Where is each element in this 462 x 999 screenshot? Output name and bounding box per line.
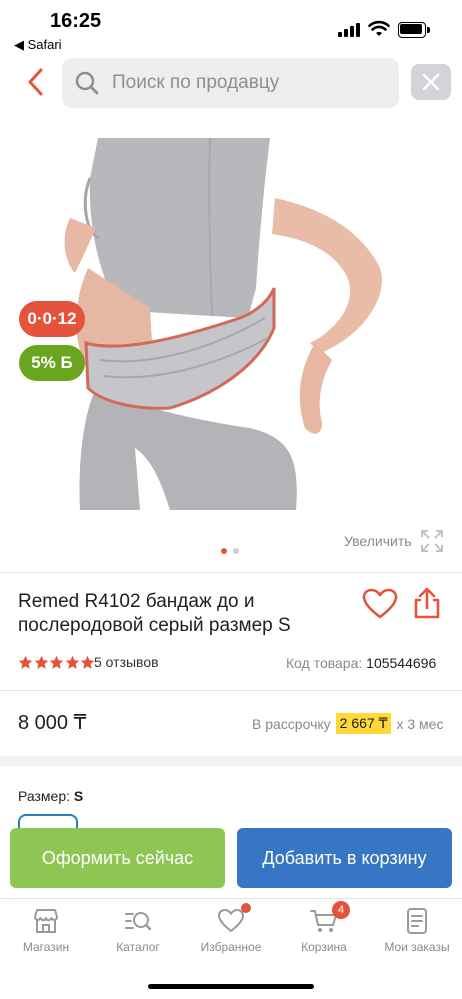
buy-now-button[interactable]: Оформить сейчас [10, 828, 225, 888]
timer-badge: 0·0·12 [19, 301, 85, 337]
installment-info[interactable]: В рассрочку 2 667 ₸ х 3 мес [252, 713, 443, 734]
search-header [0, 56, 462, 110]
close-icon [422, 73, 440, 91]
slide-dot [233, 548, 239, 554]
tab-label: Каталог [116, 940, 160, 954]
chevron-left-icon [28, 68, 43, 96]
divider [0, 690, 462, 691]
add-to-cart-button[interactable]: Добавить в корзину [237, 828, 452, 888]
zoom-button[interactable]: Увеличить [344, 528, 444, 554]
product-title: Remed R4102 бандаж до и послеродовой сер… [18, 591, 291, 636]
size-option-s[interactable] [18, 814, 78, 828]
tab-label: Корзина [301, 940, 347, 954]
share-icon[interactable] [412, 586, 442, 620]
favorites-notification-dot [241, 903, 251, 913]
star-icon [49, 655, 64, 669]
installment-suffix: х 3 мес [396, 715, 444, 732]
search-input[interactable] [112, 58, 392, 108]
installment-prefix: В рассрочку [252, 715, 331, 732]
heart-icon [218, 909, 244, 932]
tab-catalog[interactable]: Каталог [106, 899, 170, 969]
tab-my-orders[interactable]: Мои заказы [378, 899, 456, 969]
tab-store[interactable]: Магазин [14, 899, 78, 969]
home-indicator [148, 984, 314, 989]
size-value: S [73, 788, 84, 804]
size-label: Размер: S [18, 788, 84, 804]
zoom-label: Увеличить [344, 533, 412, 549]
battery-icon [398, 22, 430, 38]
star-icon [18, 655, 33, 669]
star-icon [65, 655, 79, 669]
clear-search-button[interactable] [411, 64, 451, 100]
tab-label: Магазин [22, 940, 70, 954]
slide-dot-active [221, 548, 227, 554]
cellular-signal-icon [338, 23, 362, 37]
expand-icon [420, 530, 443, 552]
slide-indicator [221, 548, 241, 554]
star-icon [80, 655, 95, 669]
product-sku: Код товара: 105544696 [286, 655, 436, 671]
star-icon [34, 655, 48, 669]
sku-value: 105544696 [366, 655, 437, 671]
back-to-safari-link[interactable]: ◀ Safari [14, 37, 62, 53]
divider [0, 572, 462, 573]
status-time: 16:25 [50, 10, 102, 32]
back-button[interactable] [18, 64, 52, 100]
search-icon [75, 71, 99, 95]
tab-label: Избранное [200, 940, 262, 954]
product-price: 8 000 ₸ [18, 712, 87, 734]
reviews-link[interactable]: 5 отзывов [94, 654, 159, 670]
status-bar: 16:25 ◀ Safari [0, 0, 462, 56]
orders-icon [407, 908, 427, 934]
search-box[interactable] [62, 58, 399, 108]
section-separator [0, 756, 462, 766]
wifi-icon [368, 20, 390, 36]
tab-label: Мои заказы [384, 940, 450, 954]
tab-favorites[interactable]: Избранное [196, 899, 266, 969]
tab-cart[interactable]: 4 Корзина [292, 899, 356, 969]
catalog-search-icon [125, 912, 152, 931]
rating-stars [18, 655, 96, 671]
add-to-favorites-heart-icon[interactable] [362, 588, 398, 620]
store-icon [34, 909, 58, 933]
sku-label: Код товара: [286, 655, 363, 671]
installment-amount: 2 667 ₸ [335, 713, 392, 734]
bonus-badge: 5% Б [19, 345, 85, 381]
cart-count-badge: 4 [332, 901, 350, 919]
product-image[interactable] [60, 138, 404, 510]
